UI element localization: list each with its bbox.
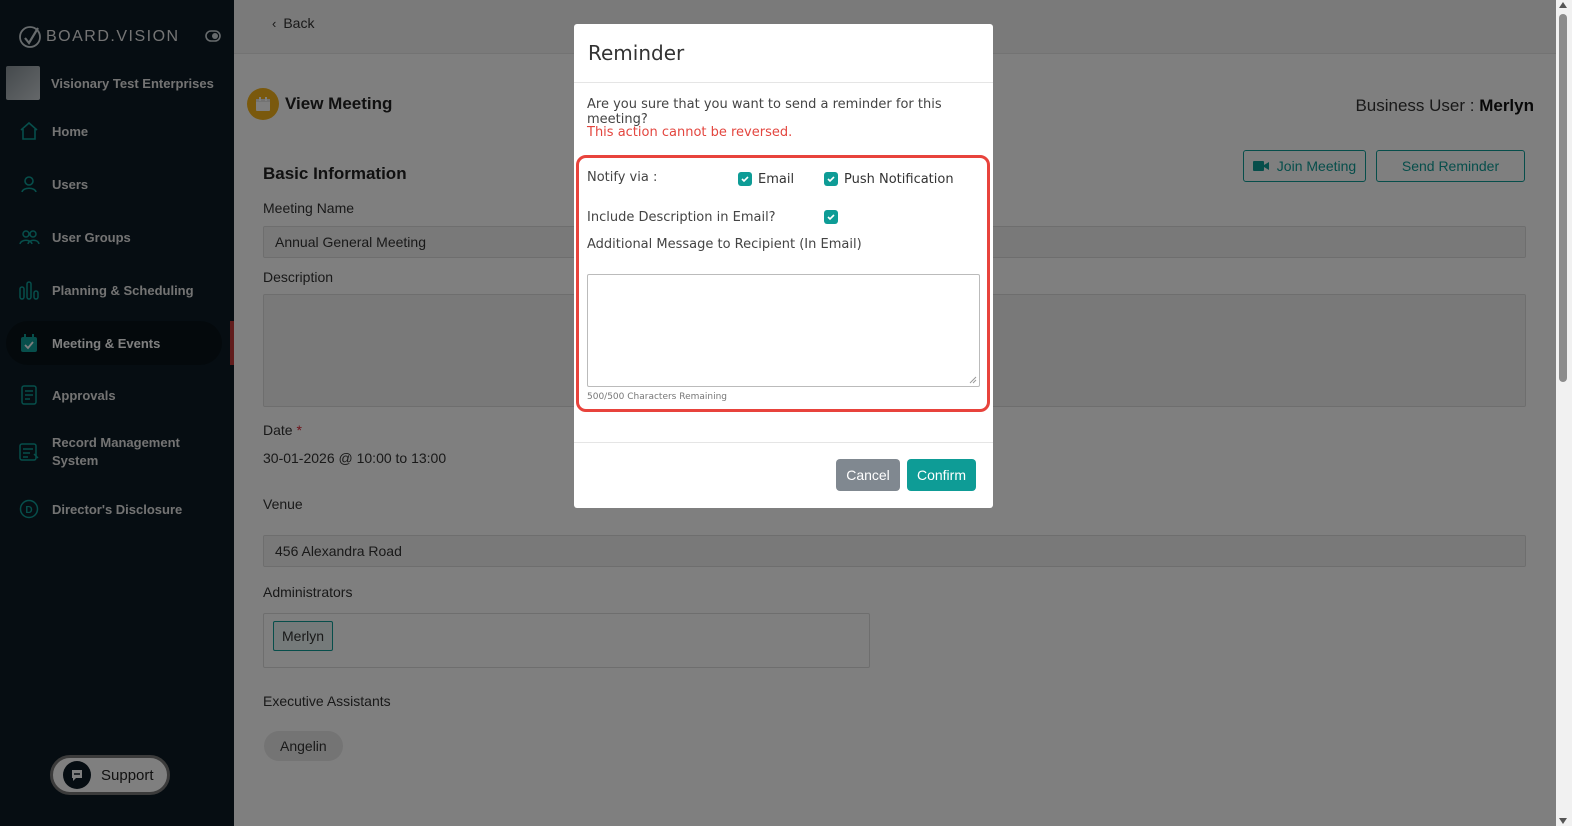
email-label[interactable]: Email [758,172,794,187]
page-scrollbar[interactable] [1556,0,1572,826]
checkmark-icon [827,176,835,183]
scroll-up-icon[interactable] [1559,2,1567,8]
scroll-thumb[interactable] [1559,14,1567,382]
modal-header-divider [574,82,993,83]
character-counter: 500/500 Characters Remaining [587,392,728,402]
notify-label: Notify via : [587,170,658,185]
resize-grip-icon[interactable] [969,376,977,384]
additional-message-label: Additional Message to Recipient (In Emai… [587,237,862,252]
confirm-button[interactable]: Confirm [907,459,976,491]
additional-message-textarea[interactable] [587,274,980,387]
checkmark-icon [827,214,835,221]
include-description-checkbox[interactable] [824,210,838,224]
checkmark-icon [741,176,749,183]
include-description-label: Include Description in Email? [587,210,776,225]
push-notification-label[interactable]: Push Notification [844,172,954,187]
cancel-button[interactable]: Cancel [836,459,900,491]
reminder-modal: Reminder Are you sure that you want to s… [574,24,993,508]
warning-text: This action cannot be reversed. [587,125,793,140]
email-checkbox[interactable] [738,172,752,186]
confirm-question: Are you sure that you want to send a rem… [587,97,942,127]
modal-title: Reminder [588,41,685,65]
push-notification-checkbox[interactable] [824,172,838,186]
scroll-down-icon[interactable] [1559,818,1567,824]
modal-footer-divider [574,442,993,443]
